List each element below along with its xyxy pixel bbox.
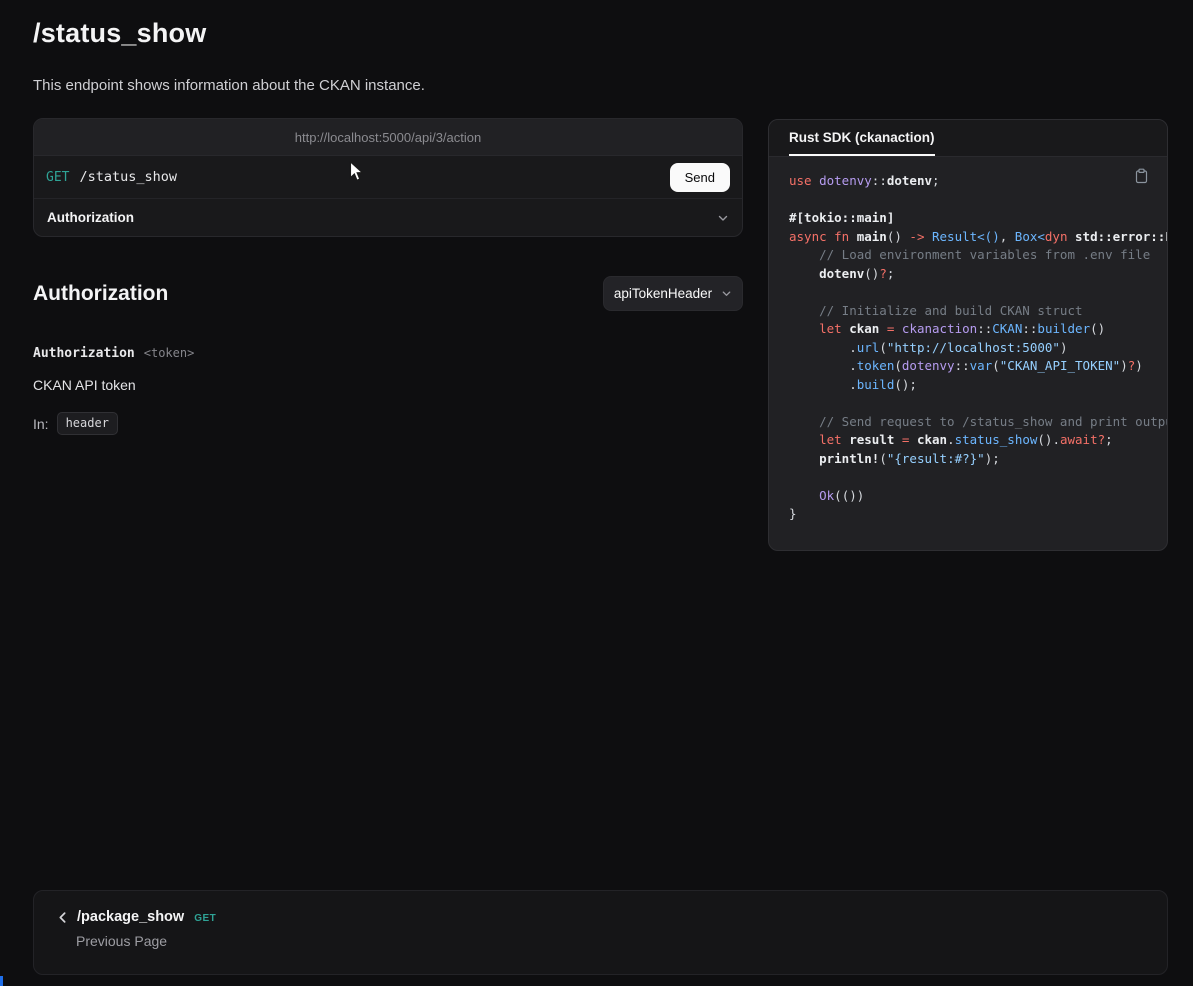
authorization-accordion-label: Authorization: [47, 210, 134, 225]
chevron-down-icon: [721, 288, 732, 299]
copy-icon[interactable]: [1132, 166, 1151, 189]
auth-in-label: In:: [33, 416, 49, 432]
scroll-accent-sliver: [0, 976, 3, 986]
auth-param-name: Authorization: [33, 346, 135, 361]
auth-scheme-select[interactable]: apiTokenHeader: [603, 276, 743, 311]
rust-code-block: use dotenvy::dotenv; #[tokio::main]async…: [769, 157, 1167, 524]
chevron-down-icon: [717, 212, 729, 224]
code-area: use dotenvy::dotenv; #[tokio::main]async…: [769, 157, 1167, 550]
previous-page-label: Previous Page: [76, 933, 1145, 949]
auth-in-row: In: header: [33, 412, 118, 435]
method-badge: GET: [46, 170, 69, 185]
tab-rust-sdk[interactable]: Rust SDK (ckanaction): [789, 120, 935, 156]
previous-page-row: /package_show GET: [56, 909, 1145, 925]
endpoint-path: /status_show: [79, 169, 177, 185]
page-description: This endpoint shows information about th…: [33, 77, 425, 94]
previous-page-card[interactable]: /package_show GET Previous Page: [33, 890, 1168, 975]
auth-in-value-badge: header: [57, 412, 118, 435]
base-url: http://localhost:5000/api/3/action: [34, 119, 742, 156]
auth-scheme-value: apiTokenHeader: [614, 286, 712, 301]
auth-param: Authorization <token>: [33, 346, 194, 361]
auth-param-description: CKAN API token: [33, 377, 136, 393]
previous-page-method-badge: GET: [194, 913, 216, 924]
page-title: /status_show: [33, 18, 206, 49]
previous-page-title: /package_show: [77, 909, 184, 925]
auth-param-type: <token>: [144, 346, 195, 360]
authorization-heading: Authorization: [33, 282, 168, 306]
authorization-accordion[interactable]: Authorization: [34, 199, 742, 236]
code-tabbar: Rust SDK (ckanaction): [769, 120, 1167, 157]
send-button[interactable]: Send: [670, 163, 730, 192]
code-sample-panel: Rust SDK (ckanaction) use dotenvy::doten…: [768, 119, 1168, 551]
request-row: GET /status_show Send: [34, 156, 742, 199]
api-playground-card: http://localhost:5000/api/3/action GET /…: [33, 118, 743, 237]
chevron-left-icon: [56, 911, 69, 924]
